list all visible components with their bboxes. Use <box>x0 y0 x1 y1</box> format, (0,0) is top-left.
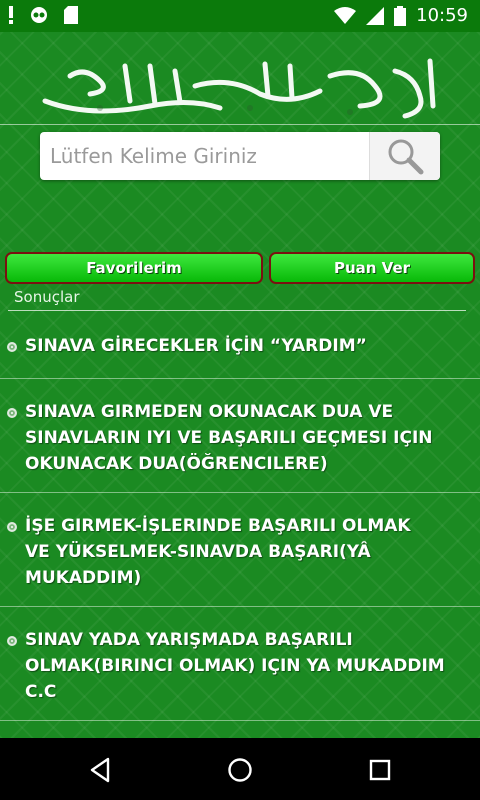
item-text-line: SINAVA GİRECEKLER İÇİN “YARDIM” <box>25 336 367 356</box>
sd-card-icon <box>64 6 78 24</box>
wifi-icon <box>334 6 357 24</box>
recents-icon[interactable] <box>367 757 393 783</box>
list-item[interactable]: SINAV YADA YARIŞMADA BAŞARILI OLMAK(BIRI… <box>0 607 480 721</box>
status-bar: 10:59 <box>0 0 480 32</box>
item-text-line: SINAVA GIRMEDEN OKUNACAK DUA VE <box>25 402 394 422</box>
results-label: Sonuçlar <box>14 288 80 306</box>
list-item[interactable]: SINAVA GIRMEDEN OKUNACAK DUA VE SINAVLAR… <box>0 379 480 493</box>
item-text-line: OKUNACAK DUA(ÖĞRENCILERE) <box>25 454 328 474</box>
search-icon <box>388 139 424 175</box>
bismillah-calligraphy <box>42 58 436 119</box>
bullet-icon <box>7 636 17 646</box>
bullet-icon <box>7 408 17 418</box>
results-divider <box>8 310 466 311</box>
alert-icon <box>9 6 13 24</box>
navigation-bar <box>0 738 480 800</box>
item-text-line: MUKADDIM) <box>25 568 142 588</box>
search-button[interactable] <box>369 132 440 180</box>
item-text-line: C.C <box>25 682 57 702</box>
main-content: Favorilerim Puan Ver Sonuçlar SINAVA GİR… <box>0 32 480 738</box>
item-text-line: SINAV YADA YARIŞMADA BAŞARILI <box>25 630 353 650</box>
search-box <box>40 132 440 180</box>
home-icon[interactable] <box>227 757 253 783</box>
header-divider <box>0 124 480 125</box>
bullet-icon <box>7 342 17 352</box>
signal-icon <box>366 6 385 25</box>
bullet-icon <box>7 522 17 532</box>
results-list: SINAVA GİRECEKLER İÇİN “YARDIM” SINAVA G… <box>0 314 480 721</box>
item-text-line: SINAVLARIN IYI VE BAŞARILI GEÇMESI IÇIN <box>25 428 433 448</box>
list-item[interactable]: İŞE GIRMEK-İŞLERINDE BAŞARILI OLMAK VE Y… <box>0 493 480 607</box>
voicemail-icon <box>31 7 47 23</box>
rate-button[interactable]: Puan Ver <box>269 252 475 284</box>
item-text-line: OLMAK(BIRINCI OLMAK) IÇIN YA MUKADDIM <box>25 656 445 676</box>
item-text-line: İŞE GIRMEK-İŞLERINDE BAŞARILI OLMAK <box>25 516 411 536</box>
item-text-line: VE YÜKSELMEK-SINAVDA BAŞARI(YÂ <box>25 542 371 562</box>
back-icon[interactable] <box>88 757 114 783</box>
battery-icon <box>394 5 407 26</box>
search-input[interactable] <box>40 132 370 180</box>
list-item[interactable]: SINAVA GİRECEKLER İÇİN “YARDIM” <box>0 314 480 379</box>
favorites-button[interactable]: Favorilerim <box>5 252 263 284</box>
status-time: 10:59 <box>416 5 468 26</box>
